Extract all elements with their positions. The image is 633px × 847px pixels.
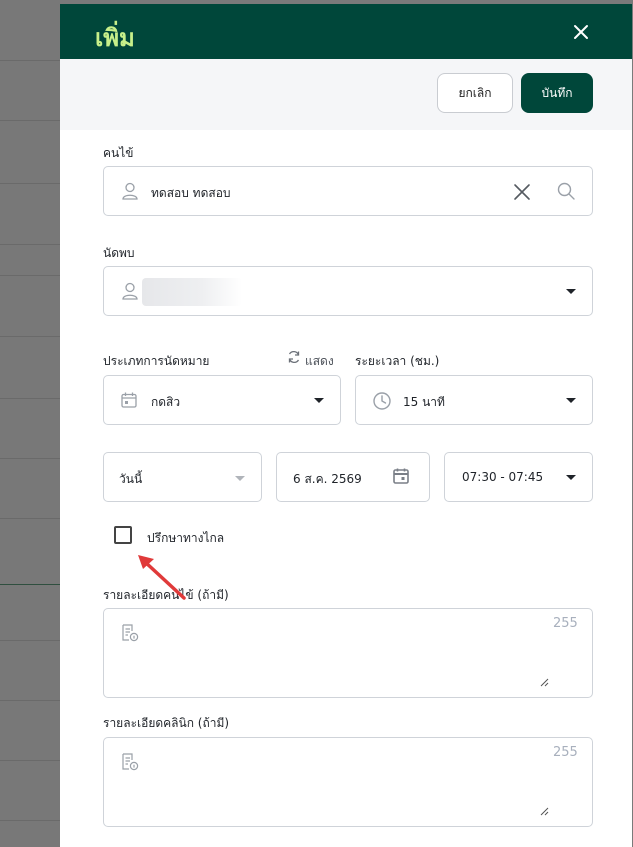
user-icon (122, 182, 138, 200)
duration-value: 15 นาที (403, 395, 445, 409)
close-button[interactable] (570, 21, 592, 43)
chevron-down-icon (235, 476, 245, 481)
chevron-down-icon (566, 398, 576, 403)
user-icon (122, 282, 138, 300)
modal-backdrop[interactable] (0, 0, 60, 847)
telemedicine-checkbox[interactable] (114, 526, 132, 544)
backdrop-line (0, 518, 60, 519)
appointment-type-select[interactable]: กดสิว (103, 375, 341, 425)
backdrop-line (0, 336, 60, 337)
clinic-details-textarea[interactable]: 255 (103, 737, 593, 827)
note-info-icon (122, 753, 139, 771)
duration-label: ระยะเวลา (ชม.) (355, 354, 440, 368)
backdrop-line (0, 398, 60, 399)
date-preset-value: วันนี้ (119, 472, 143, 486)
drawer-header: เพิ่ม (60, 4, 632, 59)
show-toggle-label[interactable]: แสดง (305, 352, 334, 371)
backdrop-line (0, 183, 60, 184)
clinic-details-label: รายละเอียดคลินิก (ถ้ามี) (103, 716, 230, 730)
search-icon[interactable] (556, 181, 576, 201)
backdrop-line (0, 584, 60, 585)
backdrop-line (0, 60, 60, 61)
appointment-type-value: กดสิว (151, 395, 181, 409)
backdrop-line (0, 700, 60, 701)
clinic-details-counter: 255 (553, 745, 578, 760)
patient-value: ทดสอบ ทดสอบ (151, 186, 231, 200)
annotation-arrow-icon (138, 555, 186, 600)
appointment-with-label: นัดพบ (103, 246, 135, 260)
add-appointment-drawer: เพิ่ม ยกเลิก บันทึก คนไข้ ทดสอบ ทดสอบ นั… (60, 4, 632, 847)
backdrop-line (0, 275, 60, 276)
redacted-value (142, 278, 242, 306)
backdrop-line (0, 820, 60, 821)
note-info-icon (122, 624, 139, 642)
clear-icon[interactable] (512, 182, 532, 202)
patient-details-textarea[interactable]: 255 (103, 608, 593, 698)
resize-handle-icon[interactable] (540, 807, 549, 816)
chevron-down-icon (566, 289, 576, 294)
calendar-icon[interactable] (392, 467, 410, 485)
date-picker[interactable]: 6 ส.ค. 2569 (276, 452, 430, 502)
patient-details-counter: 255 (553, 616, 578, 631)
patient-field[interactable]: ทดสอบ ทดสอบ (103, 166, 593, 216)
backdrop-line (0, 760, 60, 761)
close-icon (574, 25, 588, 39)
appointment-with-select[interactable] (103, 266, 593, 316)
date-value: 6 ส.ค. 2569 (293, 472, 362, 486)
save-button[interactable]: บันทึก (521, 73, 593, 113)
clock-icon (373, 392, 391, 410)
backdrop-line (0, 640, 60, 641)
drawer-title: เพิ่ม (95, 24, 135, 52)
chevron-down-icon (314, 398, 324, 403)
appointment-type-label: ประเภทการนัดหมาย (103, 354, 210, 368)
time-slot-value: 07:30 - 07:45 (462, 470, 544, 484)
resize-handle-icon[interactable] (540, 678, 549, 687)
cancel-button[interactable]: ยกเลิก (437, 73, 513, 113)
duration-select[interactable]: 15 นาที (355, 375, 593, 425)
backdrop-line (0, 458, 60, 459)
calendar-icon (121, 392, 137, 408)
time-slot-select[interactable]: 07:30 - 07:45 (444, 452, 593, 502)
patient-label: คนไข้ (103, 146, 134, 160)
chevron-down-icon (566, 475, 576, 480)
backdrop-line (0, 120, 60, 121)
action-bar: ยกเลิก บันทึก (60, 59, 632, 130)
refresh-icon[interactable] (287, 350, 301, 364)
date-preset-select[interactable]: วันนี้ (103, 452, 262, 502)
backdrop-line (0, 244, 60, 245)
